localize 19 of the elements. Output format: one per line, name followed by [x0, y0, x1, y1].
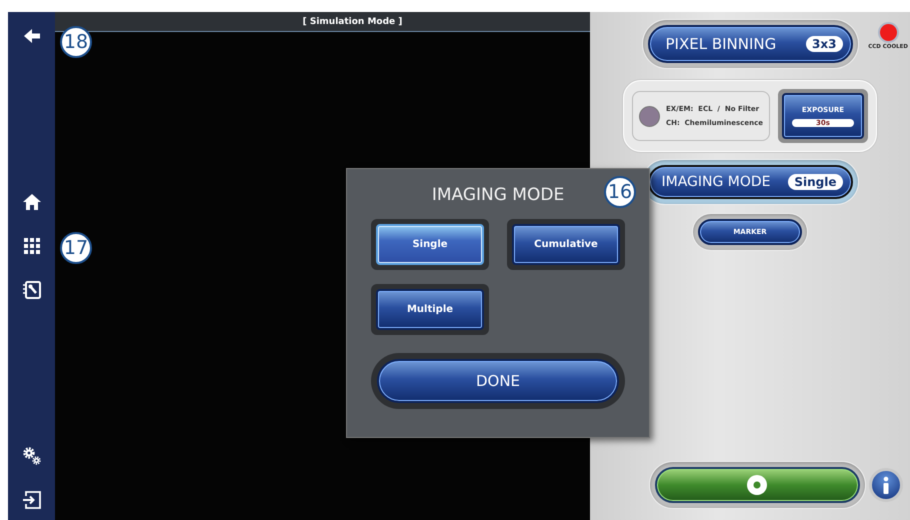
- back-arrow-icon[interactable]: [22, 26, 42, 46]
- wrench-book-icon[interactable]: [22, 280, 42, 300]
- done-button[interactable]: DONE: [377, 359, 619, 403]
- settings-icon[interactable]: [22, 446, 42, 466]
- capture-button[interactable]: [654, 467, 860, 503]
- grid-icon[interactable]: [22, 236, 42, 256]
- info-button[interactable]: [868, 468, 902, 502]
- imaging-mode-button[interactable]: IMAGING MODE Single: [648, 165, 852, 199]
- info-icon: [882, 476, 890, 494]
- imaging-mode-value: Single: [788, 174, 842, 190]
- dialog-title: IMAGING MODE: [432, 185, 564, 205]
- pixel-binning-button[interactable]: PIXEL BINNING 3x3: [648, 25, 852, 63]
- logout-icon[interactable]: [22, 490, 42, 510]
- mode-option-button[interactable]: Single: [376, 224, 484, 265]
- mode-option-button[interactable]: Multiple: [376, 289, 484, 330]
- mode-option-button[interactable]: Cumulative: [512, 224, 620, 265]
- home-icon[interactable]: [22, 192, 42, 212]
- viewer-title: [ Simulation Mode ]: [302, 16, 402, 26]
- binning-value: 3x3: [806, 36, 842, 52]
